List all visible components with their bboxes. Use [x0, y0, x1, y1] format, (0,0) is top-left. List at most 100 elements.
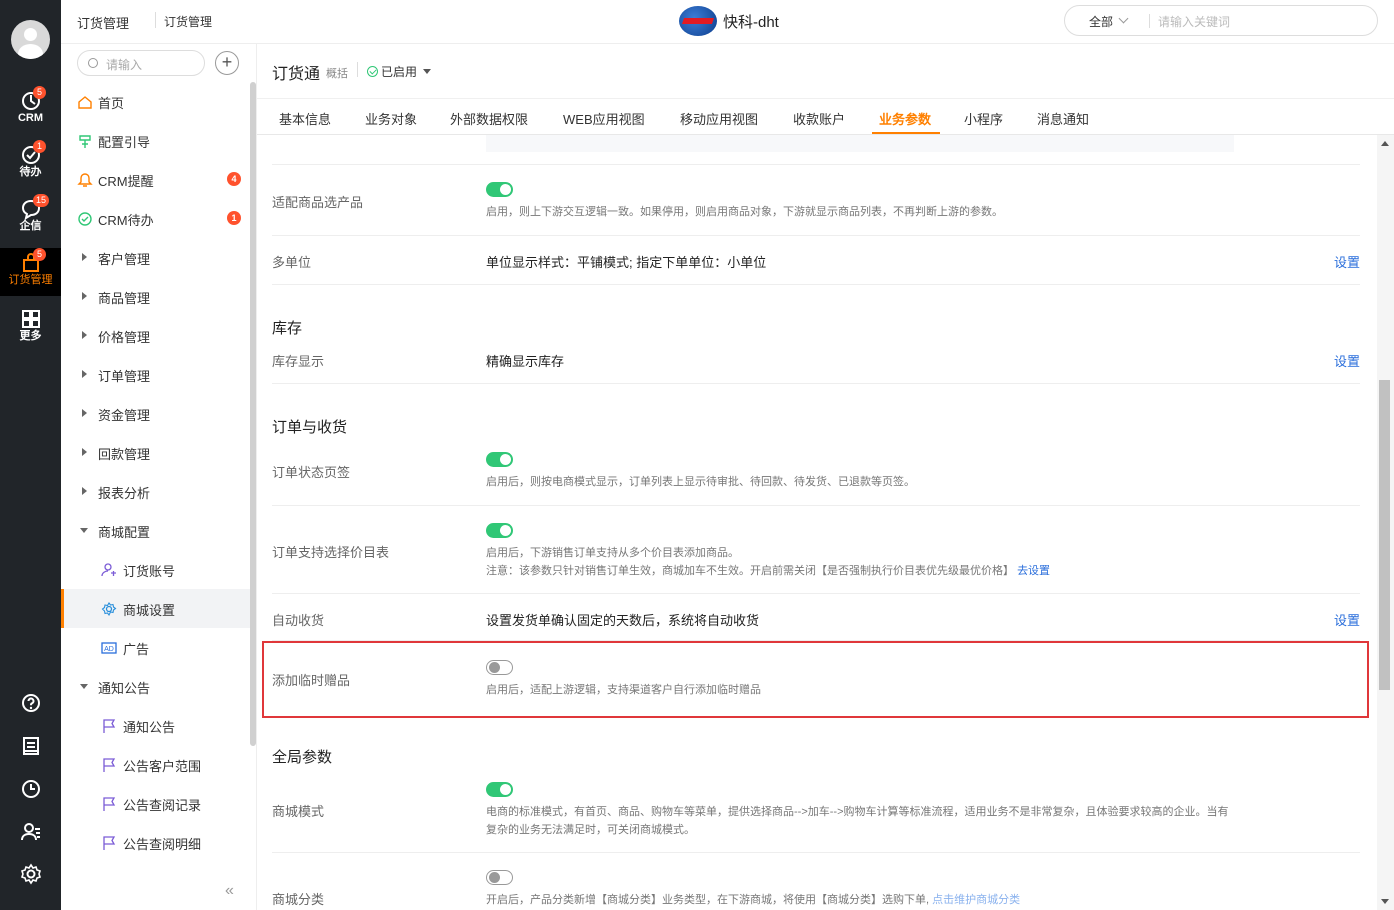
- sidebar-item-label: 报表分析: [98, 486, 151, 501]
- sidebar-item-home[interactable]: 首页: [61, 82, 251, 121]
- global-search[interactable]: 全部 请输入关键词: [1064, 5, 1378, 36]
- sidebar-group-reports[interactable]: 报表分析: [61, 472, 251, 511]
- mall-mode-toggle[interactable]: [486, 782, 513, 797]
- count-badge: 1: [227, 211, 241, 225]
- sidebar-item-label: 回款管理: [98, 447, 151, 462]
- tab-message-notify[interactable]: 消息通知: [1037, 109, 1089, 128]
- sidebar-item-label: 公告查阅明细: [123, 837, 202, 852]
- breadcrumb-app[interactable]: 订货管理: [77, 13, 129, 32]
- setting-label: 添加临时赠品: [272, 673, 351, 688]
- gear-icon: [101, 602, 117, 617]
- sidebar-group-payment[interactable]: 回款管理: [61, 433, 251, 472]
- overview-link[interactable]: 概括: [326, 65, 348, 81]
- multi-unit-settings-link[interactable]: 设置: [1334, 252, 1360, 271]
- sidebar-item-notice-read-detail[interactable]: 公告查阅明细: [61, 823, 251, 862]
- order-price-list-toggle[interactable]: [486, 523, 513, 538]
- setting-label: 订单状态页签: [272, 465, 351, 480]
- temp-gift-toggle[interactable]: [486, 660, 513, 675]
- sidebar-item-notice-read-log[interactable]: 公告查阅记录: [61, 784, 251, 823]
- sidebar-item-guide[interactable]: 配置引导: [61, 121, 251, 160]
- user-avatar[interactable]: [11, 20, 50, 59]
- notes-button[interactable]: [0, 733, 61, 761]
- sidebar-group-notice[interactable]: 通知公告: [61, 667, 251, 706]
- setting-label: 适配商品选产品: [272, 195, 364, 210]
- scroll-down-icon[interactable]: [1381, 899, 1389, 904]
- tab-mobile-app-view[interactable]: 移动应用视图: [680, 109, 758, 128]
- adapt-product-toggle[interactable]: [486, 182, 513, 197]
- top-bar: 订货管理 订货管理 快科-dht 全部 请输入关键词: [61, 0, 1394, 44]
- search-input[interactable]: 请输入关键词: [1158, 13, 1230, 30]
- search-icon: [88, 58, 98, 68]
- highlight-box: [262, 641, 1369, 718]
- tab-mini-program[interactable]: 小程序: [964, 109, 1003, 128]
- history-button[interactable]: [0, 776, 61, 804]
- sidebar-group-mall-config[interactable]: 商城配置: [61, 511, 251, 550]
- sidebar-search-placeholder: 请输入: [106, 58, 143, 72]
- brand-name: 快科-dht: [723, 13, 779, 31]
- setting-description-text: 开启后，产品分类新增【商城分类】业务类型，在下游商城，将使用【商城分类】选购下单…: [486, 894, 933, 906]
- sidebar-item-crm-todo[interactable]: CRM待办 1: [61, 199, 251, 238]
- settings-content: 适配商品选产品 启用，则上下游交互逻辑一致。如果停用，则启用商品对象，下游就显示…: [257, 135, 1377, 910]
- go-settings-link[interactable]: 去设置: [1017, 565, 1050, 577]
- setting-label: 多单位: [272, 255, 312, 270]
- auto-receive-settings-link[interactable]: 设置: [1334, 610, 1360, 629]
- header-divider: [357, 62, 358, 77]
- clock-icon: [21, 780, 40, 798]
- sidebar-scrollbar[interactable]: [250, 82, 256, 746]
- sidebar-item-notice-scope[interactable]: 公告客户范围: [61, 745, 251, 784]
- sidebar-group-funds[interactable]: 资金管理: [61, 394, 251, 433]
- inventory-settings-link[interactable]: 设置: [1334, 351, 1360, 370]
- section-title: 订单与收货: [272, 419, 348, 436]
- tab-business-params[interactable]: 业务参数: [879, 109, 931, 128]
- sidebar-item-label: 公告客户范围: [123, 759, 202, 774]
- sidebar-group-customer[interactable]: 客户管理: [61, 238, 251, 277]
- breadcrumb-divider: [155, 12, 156, 28]
- sidebar-item-ad[interactable]: AD 广告: [61, 628, 251, 667]
- maintain-category-link[interactable]: 点击维护商城分类: [932, 894, 1020, 906]
- rail-item-order-management[interactable]: 订货管理 5: [0, 248, 61, 296]
- notes-icon: [22, 737, 39, 755]
- tab-payment-account[interactable]: 收款账户: [793, 109, 845, 128]
- help-button[interactable]: [0, 690, 61, 718]
- sidebar-item-mall-settings[interactable]: 商城设置: [61, 589, 251, 628]
- setting-note-text: 注意：该参数只针对销售订单生效，商城加车不生效。开启前需关闭【是否强制执行价目表…: [486, 565, 1014, 577]
- collapse-sidebar-button[interactable]: «: [225, 882, 234, 900]
- rail-item-todo[interactable]: 待办 1: [0, 140, 61, 188]
- setting-label: 商城模式: [272, 804, 325, 819]
- tab-external-data-permissions[interactable]: 外部数据权限: [450, 109, 528, 128]
- sidebar-group-order[interactable]: 订单管理: [61, 355, 251, 394]
- flag-icon: [103, 719, 116, 733]
- sidebar-search-input[interactable]: 请输入: [77, 50, 205, 76]
- scroll-thumb[interactable]: [1379, 380, 1390, 690]
- tab-business-objects[interactable]: 业务对象: [365, 109, 417, 128]
- sidebar-group-product[interactable]: 商品管理: [61, 277, 251, 316]
- contacts-button[interactable]: [0, 819, 61, 847]
- rail-item-chat[interactable]: 企信 15: [0, 194, 61, 242]
- tab-web-app-view[interactable]: WEB应用视图: [563, 109, 645, 128]
- sidebar-item-notice[interactable]: 通知公告: [61, 706, 251, 745]
- sidebar-group-price[interactable]: 价格管理: [61, 316, 251, 355]
- sidebar-item-crm-reminder[interactable]: CRM提醒 4: [61, 160, 251, 199]
- rail-badge: 15: [33, 194, 50, 207]
- breadcrumb-page[interactable]: 订货管理: [164, 13, 212, 30]
- rail-item-crm[interactable]: CRM 5: [0, 86, 61, 134]
- caret-right-icon: [82, 487, 87, 495]
- tab-basic-info[interactable]: 基本信息: [279, 109, 331, 128]
- status-dropdown[interactable]: 已启用: [367, 63, 432, 80]
- contacts-icon: [20, 823, 40, 841]
- order-status-tabs-toggle[interactable]: [486, 452, 513, 467]
- mall-category-toggle[interactable]: [486, 870, 513, 885]
- scroll-up-icon[interactable]: [1381, 141, 1389, 146]
- caret-right-icon: [82, 253, 87, 261]
- row-divider: [272, 505, 1360, 506]
- rail-item-more[interactable]: 更多: [0, 304, 61, 352]
- page-title: 订货通: [272, 66, 321, 83]
- bell-icon: [77, 173, 93, 187]
- search-divider: [1149, 14, 1150, 28]
- search-scope-select[interactable]: 全部: [1089, 13, 1113, 30]
- add-button[interactable]: +: [215, 51, 239, 75]
- sidebar-item-order-account[interactable]: 订货账号: [61, 550, 251, 589]
- sidebar-item-label: 通知公告: [123, 720, 176, 735]
- settings-button[interactable]: [0, 861, 61, 889]
- content-scrollbar[interactable]: [1377, 135, 1394, 910]
